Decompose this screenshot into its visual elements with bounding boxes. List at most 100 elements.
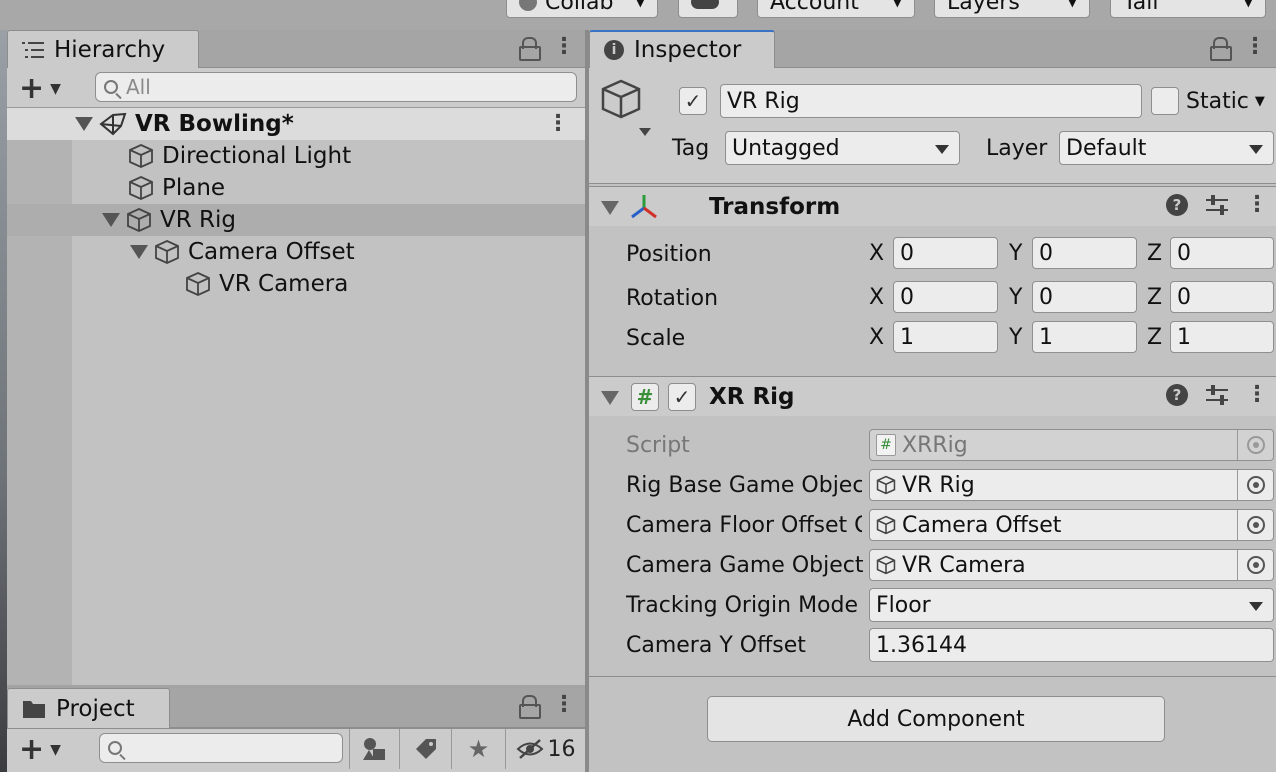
- rotation-y-field[interactable]: 0: [1032, 281, 1137, 313]
- lock-icon[interactable]: [519, 36, 537, 58]
- position-x-field[interactable]: 0: [893, 237, 998, 269]
- presets-icon[interactable]: [1206, 384, 1228, 406]
- scale-x-field[interactable]: 1: [893, 321, 998, 353]
- layout-dropdown[interactable]: Tall ▼: [1110, 0, 1266, 18]
- account-label: Account: [770, 0, 859, 15]
- tab-hierarchy[interactable]: Hierarchy: [7, 30, 199, 68]
- tab-project[interactable]: Project: [7, 688, 170, 728]
- help-icon[interactable]: ?: [1166, 194, 1188, 216]
- position-z-value: 0: [1177, 241, 1191, 266]
- tab-hierarchy-label: Hierarchy: [54, 37, 165, 63]
- active-checkbox[interactable]: ✓: [679, 87, 707, 115]
- expand-arrow-icon[interactable]: [102, 213, 120, 227]
- object-picker[interactable]: [1237, 470, 1273, 500]
- object-picker: [1237, 430, 1273, 460]
- favorites-button[interactable]: ★: [451, 729, 505, 769]
- scale-y-field[interactable]: 1: [1032, 321, 1137, 353]
- axis-x-label[interactable]: X: [869, 241, 884, 266]
- rig-base-value: VR Rig: [902, 473, 975, 498]
- collapse-arrow-icon[interactable]: [601, 201, 619, 215]
- hierarchy-tree: VR Bowling* ⋮ Directional Light Plane VR…: [7, 108, 585, 685]
- static-checkbox[interactable]: [1151, 87, 1179, 115]
- scene-row[interactable]: VR Bowling* ⋮: [7, 108, 585, 140]
- presets-icon[interactable]: [1206, 194, 1228, 216]
- more-options-icon[interactable]: ⋮: [553, 36, 573, 58]
- axis-z-label[interactable]: Z: [1147, 325, 1162, 350]
- floor-offset-value: Camera Offset: [902, 513, 1061, 538]
- object-name-field[interactable]: VR Rig: [720, 84, 1142, 118]
- chevron-down-icon: ▼: [1068, 0, 1077, 9]
- axis-x-label[interactable]: X: [869, 285, 884, 310]
- create-button[interactable]: + ▼: [19, 71, 61, 106]
- hidden-packages-button[interactable]: 16: [505, 729, 585, 769]
- position-label: Position: [626, 238, 712, 270]
- hierarchy-search-input[interactable]: All: [95, 72, 577, 102]
- layer-dropdown[interactable]: Default: [1059, 131, 1274, 165]
- layers-dropdown[interactable]: Layers ▼: [934, 0, 1090, 18]
- filter-by-label-button[interactable]: [399, 729, 451, 769]
- add-component-button[interactable]: Add Component: [707, 696, 1165, 742]
- plus-icon: +: [19, 732, 44, 767]
- object-picker[interactable]: [1237, 550, 1273, 580]
- script-value: XRRig: [902, 433, 968, 458]
- more-options-icon[interactable]: ⋮: [553, 694, 573, 716]
- more-options-icon[interactable]: ⋮: [1246, 194, 1266, 216]
- list-item[interactable]: VR Camera: [7, 268, 585, 300]
- position-y-field[interactable]: 0: [1032, 237, 1137, 269]
- list-item[interactable]: Directional Light: [7, 140, 585, 172]
- xr-rig-header[interactable]: # ✓ XR Rig ? ⋮: [589, 376, 1276, 416]
- object-picker[interactable]: [1237, 510, 1273, 540]
- axis-x-label[interactable]: X: [869, 325, 884, 350]
- gameobject-cube-icon: [128, 143, 154, 169]
- project-search-input[interactable]: [99, 733, 343, 763]
- axis-z-label[interactable]: Z: [1147, 285, 1162, 310]
- scene-more-options-icon[interactable]: ⋮: [547, 113, 567, 135]
- axis-y-label[interactable]: Y: [1009, 285, 1022, 310]
- rig-base-field[interactable]: VR Rig: [869, 469, 1274, 501]
- help-icon[interactable]: ?: [1166, 384, 1188, 406]
- collapse-arrow-icon[interactable]: [601, 391, 619, 405]
- create-asset-button[interactable]: + ▼: [19, 732, 61, 767]
- object-picker-icon: [1247, 516, 1265, 534]
- object-name-value: VR Rig: [727, 89, 800, 114]
- gameobject-header: ✓ VR Rig Static ▼ Tag Untagged Layer Def…: [589, 68, 1276, 184]
- rotation-x-field[interactable]: 0: [893, 281, 998, 313]
- list-item[interactable]: Camera Offset: [7, 236, 585, 268]
- camera-y-offset-field[interactable]: 1.36144: [869, 628, 1274, 662]
- account-dropdown[interactable]: Account ▼: [757, 0, 915, 18]
- tracking-origin-dropdown[interactable]: Floor: [869, 588, 1274, 622]
- axis-y-label[interactable]: Y: [1009, 241, 1022, 266]
- lock-icon[interactable]: [519, 694, 537, 716]
- collab-button[interactable]: Collab ▼: [506, 0, 658, 18]
- floor-offset-field[interactable]: Camera Offset: [869, 509, 1274, 541]
- more-options-icon[interactable]: ⋮: [1244, 36, 1264, 58]
- cloud-button[interactable]: [678, 0, 738, 18]
- expand-arrow-icon[interactable]: [75, 117, 93, 131]
- scale-z-field[interactable]: 1: [1170, 321, 1274, 353]
- tab-inspector[interactable]: i Inspector: [589, 30, 775, 68]
- list-item[interactable]: Plane: [7, 172, 585, 204]
- camera-y-offset-label: Camera Y Offset: [626, 629, 866, 661]
- more-options-icon[interactable]: ⋮: [1246, 384, 1266, 406]
- lock-icon[interactable]: [1210, 36, 1228, 58]
- rotation-z-field[interactable]: 0: [1170, 281, 1274, 313]
- static-dropdown[interactable]: Static ▼: [1186, 84, 1265, 118]
- gameobject-icon[interactable]: [599, 78, 655, 136]
- axis-z-label[interactable]: Z: [1147, 241, 1162, 266]
- expand-arrow-icon[interactable]: [130, 245, 148, 259]
- position-z-field[interactable]: 0: [1170, 237, 1274, 269]
- camera-go-field[interactable]: VR Camera: [869, 549, 1274, 581]
- transform-header[interactable]: Transform ? ⋮: [589, 186, 1276, 226]
- eye-slash-icon: [516, 738, 544, 760]
- scene-view-edge: [0, 30, 7, 772]
- project-toolbar: + ▼ ★ 16: [7, 728, 585, 772]
- layer-value: Default: [1066, 136, 1146, 161]
- axis-y-label[interactable]: Y: [1009, 325, 1022, 350]
- list-item[interactable]: VR Rig: [7, 204, 585, 236]
- rotation-z-value: 0: [1177, 285, 1191, 310]
- tag-dropdown[interactable]: Untagged: [725, 131, 960, 165]
- project-panel: Project ⋮ + ▼ ★ 16: [7, 688, 585, 772]
- xr-rig-enabled-checkbox[interactable]: ✓: [668, 383, 696, 411]
- chevron-down-icon: ▼: [1244, 0, 1253, 9]
- filter-by-type-button[interactable]: [349, 729, 399, 769]
